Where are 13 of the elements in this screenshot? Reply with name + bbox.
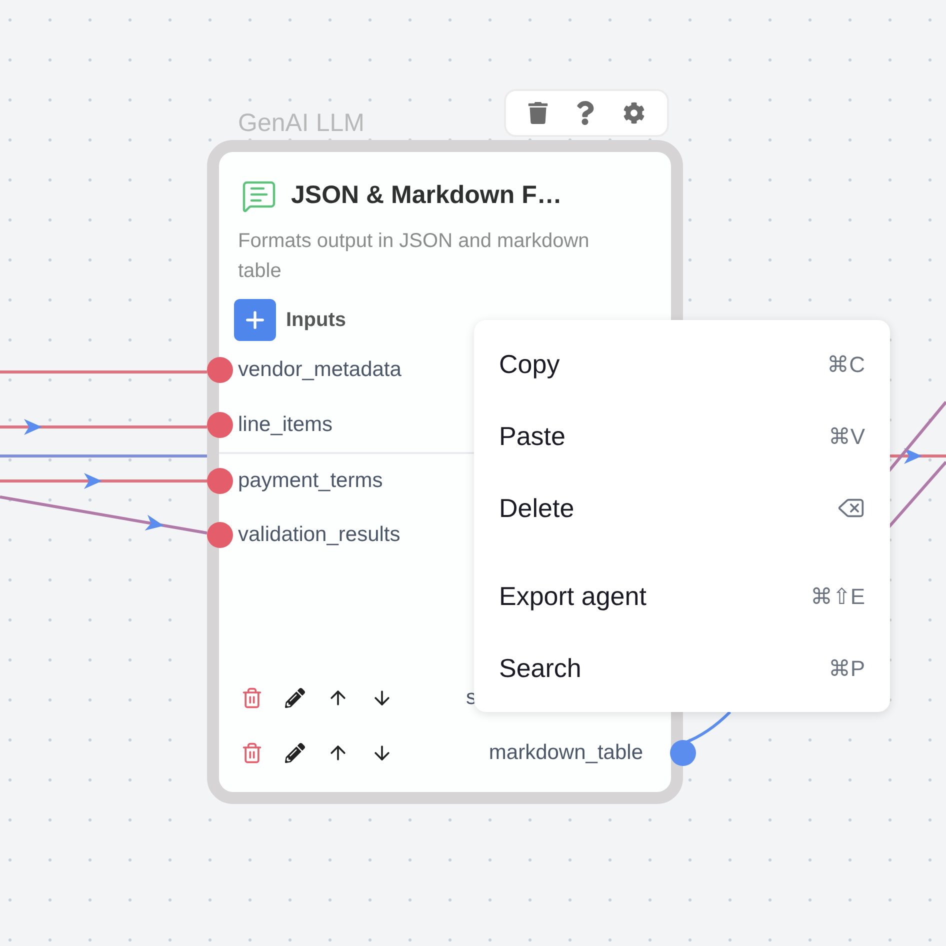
inputs-heading: Inputs (286, 308, 346, 333)
output-label: markdown_table (488, 740, 643, 766)
shortcut-text: ⌘⇧E (810, 582, 865, 610)
input-label: payment_terms (238, 468, 383, 494)
node-title: JSON & Markdown F… (291, 180, 562, 212)
shortcut-text: ⌘V (828, 422, 865, 450)
input-label: validation_results (238, 522, 400, 548)
input-label: line_items (238, 412, 333, 438)
input-label: vendor_metadata (238, 356, 402, 383)
node-category: GenAI LLM (238, 108, 364, 139)
node-description: Formats output in JSON and markdown table (238, 229, 590, 284)
shortcut-text: ⌘P (828, 654, 865, 682)
shortcut-text: ⌘C (827, 350, 865, 378)
